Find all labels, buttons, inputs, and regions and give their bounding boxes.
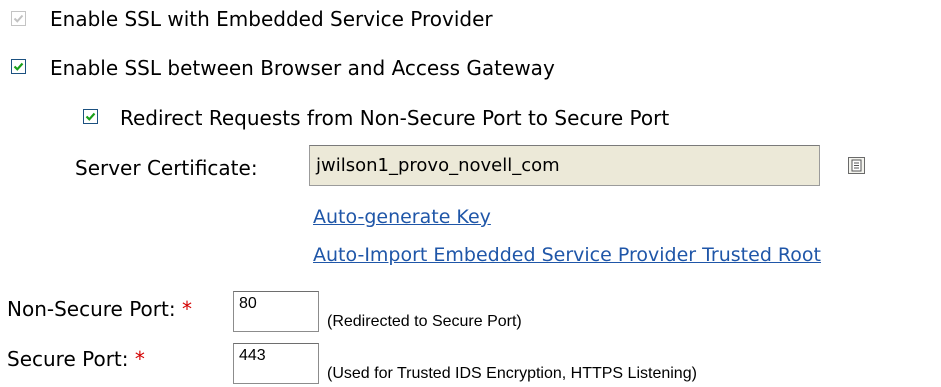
check-icon bbox=[13, 14, 24, 23]
server-certificate-value: jwilson1_provo_novell_com bbox=[316, 155, 560, 176]
non-secure-port-input[interactable]: 80 bbox=[233, 291, 319, 332]
ssl-browser-gateway-label: Enable SSL between Browser and Access Ga… bbox=[50, 56, 555, 80]
redirect-requests-checkbox[interactable] bbox=[83, 109, 98, 124]
non-secure-port-label: Non-Secure Port: * bbox=[7, 297, 192, 321]
secure-port-label: Secure Port: * bbox=[7, 347, 145, 371]
ssl-browser-gateway-checkbox[interactable] bbox=[11, 59, 26, 74]
auto-generate-key-link[interactable]: Auto-generate Key bbox=[313, 205, 491, 229]
ssl-embedded-sp-checkbox[interactable] bbox=[11, 11, 26, 26]
secure-port-input[interactable]: 443 bbox=[233, 343, 319, 384]
non-secure-port-value: 80 bbox=[239, 295, 257, 312]
server-certificate-field: jwilson1_provo_novell_com bbox=[309, 145, 820, 186]
redirect-requests-label: Redirect Requests from Non-Secure Port t… bbox=[120, 106, 670, 130]
secure-port-note: (Used for Trusted IDS Encryption, HTTPS … bbox=[327, 365, 697, 382]
non-secure-port-label-text: Non-Secure Port: bbox=[7, 297, 176, 321]
check-icon bbox=[13, 62, 24, 71]
ssl-embedded-sp-label: Enable SSL with Embedded Service Provide… bbox=[50, 7, 493, 31]
document-list-icon bbox=[851, 159, 862, 172]
check-icon bbox=[85, 112, 96, 121]
certificate-browse-icon[interactable] bbox=[848, 157, 865, 174]
required-marker: * bbox=[134, 347, 145, 371]
server-certificate-label: Server Certificate: bbox=[75, 156, 258, 180]
non-secure-port-note: (Redirected to Secure Port) bbox=[327, 313, 522, 330]
auto-import-trusted-root-link[interactable]: Auto-Import Embedded Service Provider Tr… bbox=[313, 243, 821, 267]
required-marker: * bbox=[181, 297, 192, 321]
secure-port-value: 443 bbox=[239, 347, 266, 364]
secure-port-label-text: Secure Port: bbox=[7, 347, 129, 371]
